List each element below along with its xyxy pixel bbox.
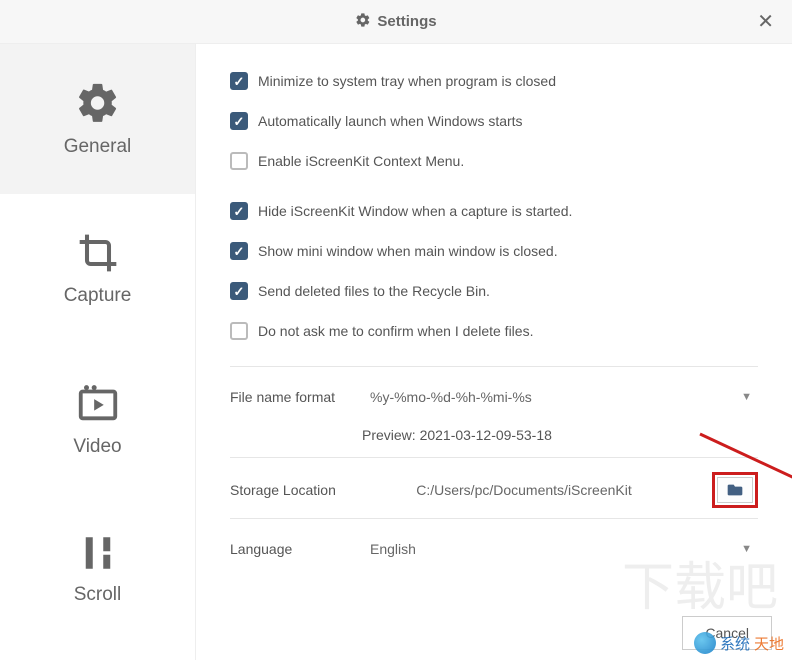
chevron-down-icon: ▼ — [741, 391, 752, 403]
annotation-highlight — [712, 472, 758, 508]
settings-panel: Minimize to system tray when program is … — [196, 44, 792, 660]
storage-location-row: Storage Location C:/Users/pc/Documents/i… — [230, 457, 758, 518]
filename-format-row: File name format %y-%mo-%d-%h-%mi-%s ▼ — [230, 366, 758, 423]
sidebar-item-label: General — [64, 136, 132, 158]
window-title-wrap: Settings — [355, 12, 436, 32]
sidebar-item-general[interactable]: General — [0, 44, 195, 194]
sidebar: General Capture Video Scroll — [0, 44, 196, 660]
option-label: Do not ask me to confirm when I delete f… — [258, 323, 533, 339]
title-bar: Settings ✕ — [0, 0, 792, 44]
folder-icon — [727, 483, 743, 497]
sidebar-item-capture[interactable]: Capture — [0, 194, 195, 344]
filename-preview: Preview: 2021-03-12-09-53-18 — [230, 423, 758, 457]
gear-icon — [75, 80, 121, 126]
sidebar-item-video[interactable]: Video — [0, 344, 195, 494]
sidebar-item-scroll[interactable]: Scroll — [0, 494, 195, 644]
option-label: Show mini window when main window is clo… — [258, 243, 558, 259]
checkbox-show-mini[interactable] — [230, 242, 248, 260]
brand-watermark: 系统天地 — [694, 632, 784, 654]
filename-format-label: File name format — [230, 389, 342, 405]
brand-logo-icon — [694, 632, 716, 654]
language-row: Language English ▼ — [230, 518, 758, 575]
filename-format-select[interactable]: %y-%mo-%d-%h-%mi-%s ▼ — [360, 381, 758, 413]
sidebar-item-label: Scroll — [74, 584, 122, 606]
language-value: English — [370, 541, 416, 557]
checkbox-recycle-bin[interactable] — [230, 282, 248, 300]
checkbox-no-confirm-delete[interactable] — [230, 322, 248, 340]
crop-icon — [76, 231, 120, 275]
option-label: Hide iScreenKit Window when a capture is… — [258, 203, 572, 219]
filename-format-value: %y-%mo-%d-%h-%mi-%s — [370, 389, 532, 405]
language-select[interactable]: English ▼ — [360, 533, 758, 565]
checkbox-hide-window[interactable] — [230, 202, 248, 220]
language-label: Language — [230, 541, 342, 557]
option-label: Automatically launch when Windows starts — [258, 113, 523, 129]
sidebar-item-label: Capture — [64, 285, 132, 307]
checkbox-context-menu[interactable] — [230, 152, 248, 170]
storage-location-value: C:/Users/pc/Documents/iScreenKit — [416, 482, 632, 498]
browse-folder-button[interactable] — [717, 477, 753, 503]
chevron-down-icon: ▼ — [741, 543, 752, 555]
checkbox-auto-launch[interactable] — [230, 112, 248, 130]
checkbox-minimize-tray[interactable] — [230, 72, 248, 90]
option-label: Enable iScreenKit Context Menu. — [258, 153, 464, 169]
close-icon[interactable]: ✕ — [757, 12, 774, 32]
storage-location-label: Storage Location — [230, 482, 342, 498]
gear-icon — [355, 12, 371, 32]
window-title: Settings — [377, 13, 436, 30]
scroll-icon — [77, 532, 119, 574]
video-icon — [75, 380, 121, 426]
sidebar-item-label: Video — [73, 436, 121, 458]
storage-location-field[interactable]: C:/Users/pc/Documents/iScreenKit — [360, 474, 688, 506]
option-label: Send deleted files to the Recycle Bin. — [258, 283, 490, 299]
option-label: Minimize to system tray when program is … — [258, 73, 556, 89]
